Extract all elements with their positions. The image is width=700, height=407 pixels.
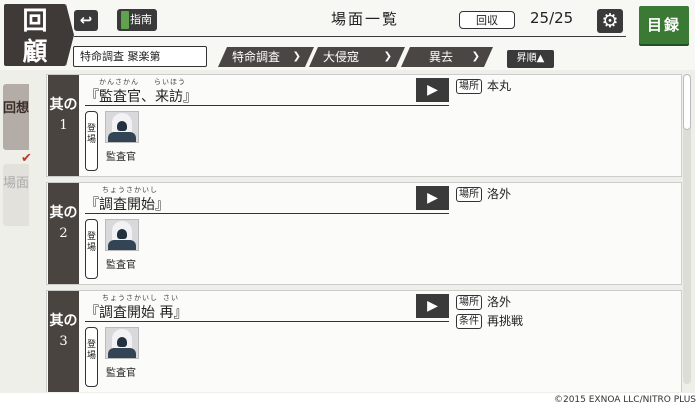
- title-underline: [85, 213, 449, 214]
- location-value: 洛外: [487, 295, 512, 309]
- header-divider: [74, 36, 626, 37]
- scene-number-label: 其の: [49, 205, 78, 221]
- tab-scenes[interactable]: 場面: [3, 164, 29, 226]
- scene-title: 『調査開始』: [85, 197, 169, 213]
- title-underline: [85, 105, 449, 106]
- dropdown-label: 異去: [429, 50, 454, 64]
- dropdown-label: 特命調査: [232, 50, 281, 64]
- appearance-label: 登場: [85, 327, 98, 387]
- condition-value: 再挑戦: [487, 314, 524, 328]
- copyright-notice: ©2015 EXNOA LLC/NITRO PLUS: [553, 395, 696, 405]
- scene-number-value: 1: [59, 118, 68, 133]
- location-value: 本丸: [487, 79, 512, 93]
- condition-tag: 条件: [456, 314, 482, 329]
- title-underline: [85, 321, 449, 322]
- character-avatar[interactable]: [105, 219, 139, 251]
- recall-logo: 回 顧: [4, 4, 74, 66]
- dropdown-ikyo[interactable]: 異去 ❯: [401, 47, 493, 67]
- character-avatar[interactable]: [105, 327, 139, 359]
- scene-card: 其の 2 ちょうさかいし 『調査開始』 ▶ 場所 洛外 登場 監査官: [46, 182, 682, 285]
- scene-number: 其の 3: [48, 291, 79, 392]
- scrollbar-thumb[interactable]: [683, 74, 691, 130]
- appearance-label: 登場: [85, 111, 98, 171]
- scene-number-label: 其の: [49, 313, 78, 329]
- sort-order-button[interactable]: 昇順▲: [507, 50, 554, 68]
- location-tag: 場所: [456, 187, 482, 202]
- logo-line2: 顧: [22, 37, 48, 66]
- scene-title: 『監査官、来訪』: [85, 89, 197, 105]
- play-button[interactable]: ▶: [416, 294, 449, 318]
- scene-list: 其の 1 かんさかん らいほう 『監査官、来訪』 ▶ 場所 本丸 登場 監査官 …: [46, 74, 682, 392]
- character-name: 監査官: [106, 152, 136, 163]
- scene-number-value: 3: [59, 334, 68, 349]
- scene-number: 其の 2: [48, 183, 79, 284]
- scene-title: 『調査開始 再』: [85, 305, 188, 321]
- collection-count: 25/25: [530, 9, 574, 27]
- guide-label: 指南: [130, 13, 152, 26]
- scene-card: 其の 3 ちょうさかいし さい 『調査開始 再』 ▶ 場所 洛外 条件 再挑戦 …: [46, 290, 682, 392]
- scene-card: 其の 1 かんさかん らいほう 『監査官、来訪』 ▶ 場所 本丸 登場 監査官: [46, 74, 682, 177]
- app-window: 回 顧 ↩ 指南 場面一覧 回収 25/25 ⚙ 目録 特命調査 聚楽第 特命調…: [0, 0, 695, 393]
- scene-number: 其の 1: [48, 75, 79, 176]
- dropdown-label: 大侵寇: [323, 50, 360, 64]
- tab-recall[interactable]: 回想: [3, 84, 29, 150]
- play-icon: ▶: [427, 190, 438, 206]
- gear-icon: ⚙: [601, 10, 619, 32]
- character-avatar[interactable]: [105, 111, 139, 143]
- text-filter[interactable]: 特命調査 聚楽第: [73, 46, 207, 67]
- guide-button[interactable]: 指南: [117, 9, 157, 31]
- location-tag: 場所: [456, 295, 482, 310]
- play-button[interactable]: ▶: [416, 186, 449, 210]
- character-name: 監査官: [106, 368, 136, 379]
- chevron-down-icon: ❯: [471, 51, 480, 62]
- chevron-down-icon: ❯: [292, 51, 301, 62]
- play-icon: ▶: [427, 82, 438, 98]
- scene-number-label: 其の: [49, 97, 78, 113]
- settings-button[interactable]: ⚙: [597, 9, 623, 33]
- play-button[interactable]: ▶: [416, 78, 449, 102]
- back-icon: ↩: [79, 11, 93, 29]
- chevron-down-icon: ❯: [383, 51, 392, 62]
- catalog-button[interactable]: 目録: [639, 6, 689, 44]
- character-name: 監査官: [106, 260, 136, 271]
- location-tag: 場所: [456, 79, 482, 94]
- play-icon: ▶: [427, 298, 438, 314]
- location-value: 洛外: [487, 187, 512, 201]
- header: 回 顧 ↩ 指南 場面一覧 回収 25/25 ⚙ 目録 特命調査 聚楽第 特命調…: [0, 0, 695, 70]
- scene-number-value: 2: [59, 226, 68, 241]
- back-button[interactable]: ↩: [74, 10, 98, 31]
- collect-badge: 回収: [459, 11, 515, 29]
- appearance-label: 登場: [85, 219, 98, 279]
- dropdown-great-invasion[interactable]: 大侵寇 ❯: [309, 47, 405, 67]
- logo-line1: 回: [22, 6, 48, 35]
- dropdown-special-survey[interactable]: 特命調査 ❯: [218, 47, 314, 67]
- page-title: 場面一覧: [330, 10, 399, 28]
- check-icon: ✔: [21, 151, 32, 166]
